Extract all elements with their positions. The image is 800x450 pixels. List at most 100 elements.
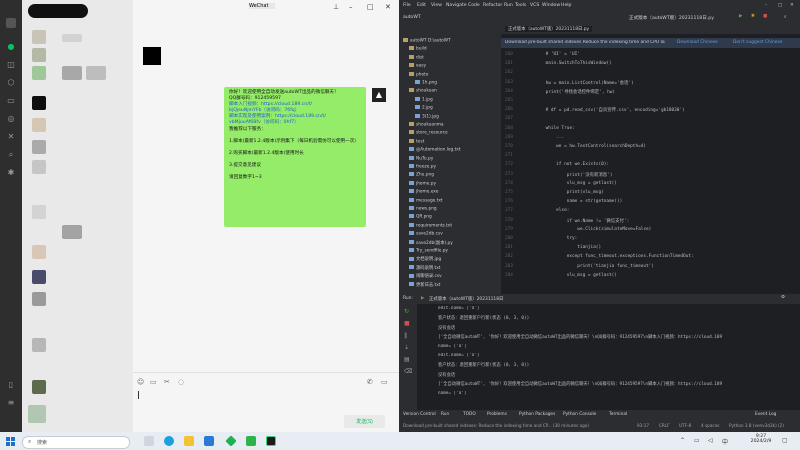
code-line[interactable]: print('tianjia func_timeout') bbox=[535, 264, 654, 269]
pin-icon[interactable]: ⊥ bbox=[333, 3, 339, 11]
list-item[interactable] bbox=[32, 292, 46, 306]
stop-icon[interactable]: ■ bbox=[404, 320, 410, 327]
list-item[interactable] bbox=[32, 140, 46, 154]
tool-tab[interactable]: Terminal bbox=[609, 412, 627, 417]
menu-navigate[interactable]: Navigate bbox=[446, 3, 467, 8]
contacts-icon[interactable]: ◫ bbox=[6, 60, 16, 70]
conversation-list[interactable] bbox=[22, 0, 133, 432]
emoji-icon[interactable]: ☺ bbox=[137, 378, 144, 386]
menu-view[interactable]: View bbox=[431, 3, 442, 8]
code-line[interactable]: try: bbox=[535, 236, 578, 241]
maximize-icon[interactable]: □ bbox=[367, 3, 374, 11]
console-line[interactable]: 没有会话 bbox=[438, 372, 798, 378]
code-editor[interactable]: 260 # 'UI' = 'UI' 261 main.SwitchToThisWi… bbox=[501, 34, 800, 294]
list-item[interactable] bbox=[32, 205, 46, 219]
pause-icon[interactable]: ∥ bbox=[404, 332, 407, 339]
tree-file[interactable]: @Automation.log.txt bbox=[409, 147, 461, 153]
tool-tab[interactable]: Python Console bbox=[563, 412, 596, 417]
console-line[interactable]: 客户状态：退回重新户行新(状态 (0, 3, 0)) bbox=[438, 315, 798, 321]
run-icon[interactable]: ▶ bbox=[739, 14, 743, 19]
my-avatar[interactable]: ▲ bbox=[372, 88, 386, 102]
tree-folder[interactable]: easy bbox=[409, 63, 426, 69]
status-encoding[interactable]: UTF-8 bbox=[679, 423, 691, 428]
status-line-sep[interactable]: CRLF bbox=[659, 423, 670, 428]
tree-folder[interactable]: shoukuanma bbox=[409, 122, 444, 128]
scroll-icon[interactable]: ⇣ bbox=[404, 344, 409, 351]
tree-folder[interactable]: test bbox=[409, 138, 424, 144]
tree-file[interactable]: requirements.txt bbox=[409, 222, 452, 228]
run-config-select[interactable]: 正式版本（autoWT版）20231118日.py bbox=[629, 15, 714, 21]
tree-file[interactable]: 1h.png bbox=[415, 80, 437, 86]
menu-window[interactable]: Window bbox=[542, 3, 560, 8]
list-item[interactable] bbox=[32, 338, 46, 352]
task-view-icon[interactable] bbox=[144, 436, 154, 446]
console-line[interactable]: 客户状态：退回重新户行新(状态 (0, 3, 0)) bbox=[438, 362, 798, 368]
code-line[interactable]: vlu_msg = getlast() bbox=[535, 273, 617, 278]
menu-vcs[interactable]: VCS bbox=[530, 3, 539, 8]
code-line[interactable]: print(vlu_msg) bbox=[535, 190, 604, 195]
banner-action-dismiss[interactable]: Don't suggest Chinese bbox=[733, 40, 782, 45]
clock[interactable]: 9:27 2024/2/9 bbox=[748, 434, 774, 444]
tree-file[interactable]: Try_sendfile.py bbox=[409, 248, 448, 254]
menu-refactor[interactable]: Refactor bbox=[483, 3, 502, 8]
console-line[interactable]: name= ['a'] bbox=[438, 344, 798, 349]
tree-file[interactable]: save2db.csv bbox=[409, 231, 443, 237]
miniprogram-icon[interactable]: ✱ bbox=[6, 168, 16, 178]
tool-tab[interactable]: Event Log bbox=[755, 412, 776, 417]
tree-file[interactable]: save2db(副本).py bbox=[409, 240, 453, 246]
code-line[interactable]: print('寻找会话控件绑定', hw) bbox=[535, 89, 616, 95]
rerun-icon[interactable]: ↻ bbox=[404, 308, 409, 315]
avatar[interactable] bbox=[6, 18, 16, 28]
taskbar-search[interactable]: ⌕ 搜索 bbox=[22, 436, 130, 449]
status-message[interactable]: Download pre-built shared indexes: Reduc… bbox=[403, 423, 589, 428]
run-tab[interactable]: 正式版本（autoWT版）20231118日 bbox=[429, 296, 503, 302]
tree-file[interactable]: freeze.py bbox=[409, 164, 436, 170]
minimize-icon[interactable]: – bbox=[765, 3, 767, 8]
close-icon[interactable]: ✕ bbox=[790, 3, 794, 8]
message-bubble[interactable]: 你好！欢迎使用全自动发送autoWT出品的微信聊天！ QQ群号码：9124595… bbox=[224, 87, 366, 227]
tree-file[interactable]: jhome.py bbox=[409, 180, 436, 186]
console-line[interactable]: name= ['a'] bbox=[438, 391, 798, 396]
list-item[interactable] bbox=[28, 4, 88, 18]
list-item[interactable] bbox=[32, 30, 46, 44]
status-position[interactable]: 93:17 bbox=[637, 423, 649, 428]
tray-chevron-icon[interactable]: ⌃ bbox=[680, 437, 685, 444]
volume-icon[interactable]: ◁ bbox=[708, 437, 713, 444]
wechat-icon[interactable] bbox=[246, 436, 256, 446]
code-line[interactable]: except func_timeout.exceptions.FunctionT… bbox=[535, 254, 694, 259]
tree-file[interactable]: 更新日志.txt bbox=[409, 282, 440, 288]
close-icon[interactable]: ✕ bbox=[385, 3, 391, 11]
list-item[interactable] bbox=[32, 380, 46, 394]
project-tree[interactable]: autoWT D:\autoWT build dist easy photo 1h.png… bbox=[399, 34, 502, 294]
code-line[interactable]: we = hw.TextControl(searchDepth=4) bbox=[535, 144, 646, 149]
files-icon[interactable]: ▭ bbox=[6, 96, 16, 106]
code-line[interactable]: while True: bbox=[535, 126, 575, 131]
project-name[interactable]: autoWT bbox=[403, 15, 421, 20]
chat-icon[interactable]: ● bbox=[6, 42, 16, 52]
moments-icon[interactable]: ◎ bbox=[6, 114, 16, 124]
tool-tab[interactable]: Python Packages bbox=[519, 412, 555, 417]
console-line[interactable]: ['全自动微信autoWT', '你好！欢迎使用全自动微信autoWT出品的微信… bbox=[438, 334, 798, 340]
tree-file[interactable]: message.txt bbox=[409, 197, 443, 203]
editor-tab[interactable]: 正式版本（autoWT版）20231118日.py bbox=[505, 26, 593, 32]
tree-folder[interactable]: dist bbox=[409, 54, 424, 60]
tree-file[interactable]: 源码说明.txt bbox=[409, 265, 440, 271]
console-line[interactable]: ['全自动微信autoWT', '你好！欢迎使用全自动微信autoWT出品的微信… bbox=[438, 381, 798, 387]
menu-file[interactable]: File bbox=[403, 3, 411, 8]
tree-folder[interactable]: autoWT D:\autoWT bbox=[403, 38, 451, 44]
tool-tab[interactable]: Run bbox=[441, 412, 449, 417]
maximize-icon[interactable]: □ bbox=[778, 3, 782, 8]
list-item[interactable] bbox=[32, 245, 46, 259]
tree-folder[interactable]: shoukuan bbox=[409, 88, 437, 94]
code-line[interactable]: if not we.Exists(0): bbox=[535, 162, 609, 167]
console-line[interactable]: edit.name= ['a'] bbox=[438, 353, 798, 358]
list-item[interactable] bbox=[32, 48, 46, 62]
store-icon[interactable] bbox=[204, 436, 214, 446]
tool-tab[interactable]: Problems bbox=[487, 412, 507, 417]
status-interpreter[interactable]: Python 3.8 (venv3d3k) (2) bbox=[729, 423, 784, 428]
tree-folder[interactable]: build bbox=[409, 46, 427, 52]
code-line[interactable]: name = str(getname()) bbox=[535, 199, 623, 204]
list-item[interactable] bbox=[32, 96, 46, 110]
list-item[interactable] bbox=[32, 270, 46, 284]
code-line[interactable]: print('没有新消息') bbox=[535, 172, 613, 178]
